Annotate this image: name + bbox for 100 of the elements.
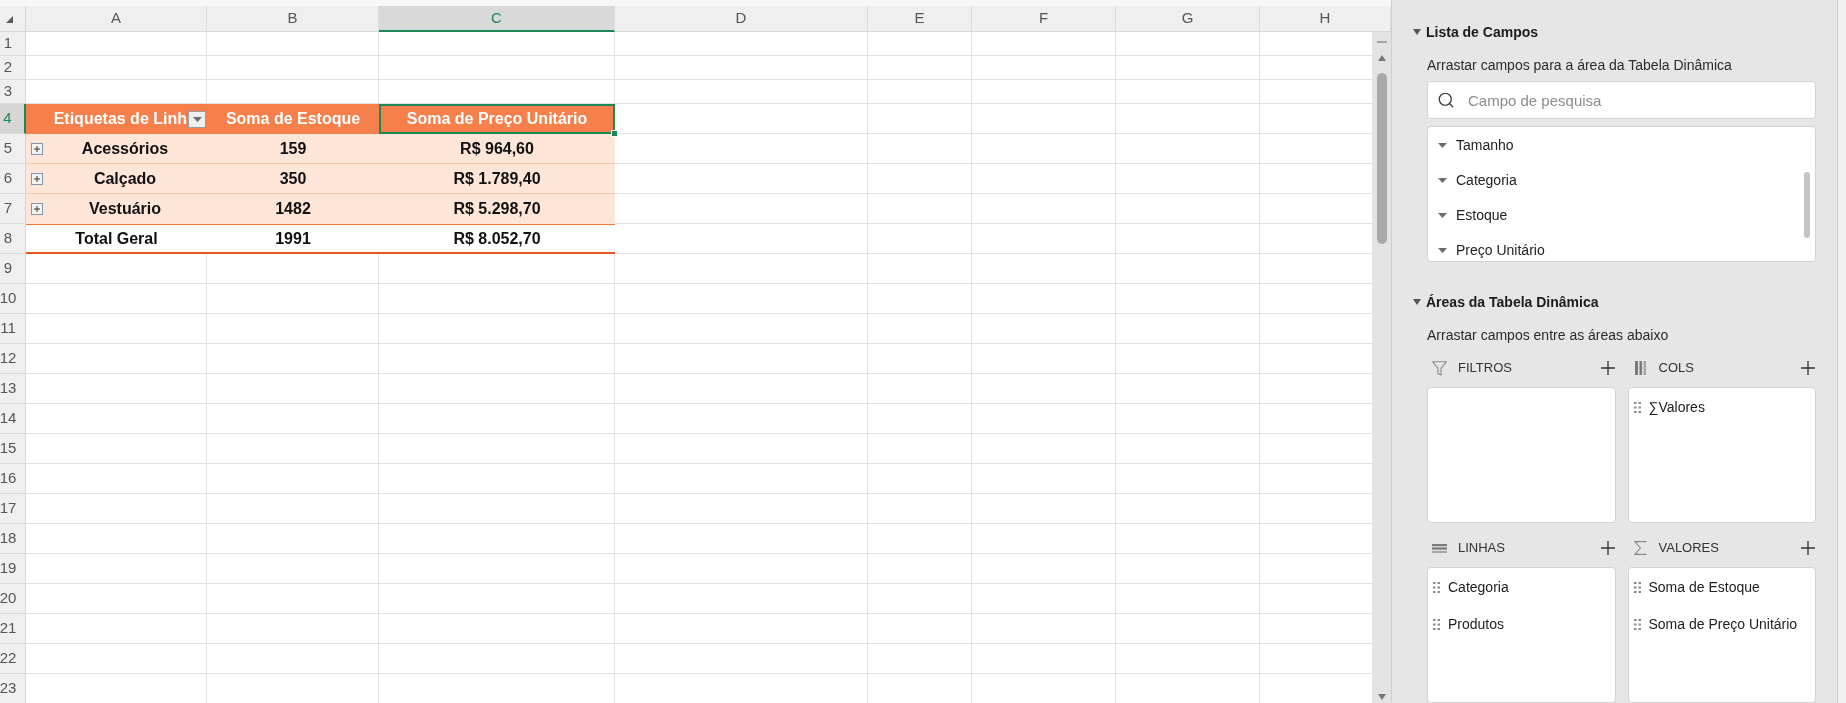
field-item[interactable]: Preço Unitário — [1428, 233, 1804, 261]
row-header[interactable]: 2 — [0, 56, 26, 80]
grid-cell[interactable] — [868, 164, 972, 194]
row-header[interactable]: 20 — [0, 584, 26, 614]
search-field[interactable]: Campo de pesquisa — [1427, 81, 1816, 119]
grid-cell[interactable] — [1116, 374, 1260, 404]
scrollbar-thumb[interactable] — [1804, 172, 1810, 238]
column-header[interactable]: F — [972, 6, 1116, 32]
grid-cell[interactable] — [868, 56, 972, 80]
grid-cell[interactable] — [26, 32, 207, 56]
grid-cell[interactable] — [615, 644, 868, 674]
row-header[interactable]: 11 — [0, 314, 26, 344]
column-header[interactable]: G — [1116, 6, 1260, 32]
grid-cell[interactable] — [207, 56, 379, 80]
grid-cell[interactable] — [868, 584, 972, 614]
plus-icon[interactable] — [1801, 541, 1815, 555]
grid-cell[interactable] — [868, 524, 972, 554]
scrollbar-thumb[interactable] — [1377, 73, 1387, 244]
grid-cell[interactable] — [26, 524, 207, 554]
grid-cell[interactable] — [207, 614, 379, 644]
grid-cell[interactable] — [1116, 404, 1260, 434]
grid-cell[interactable] — [615, 284, 868, 314]
grid-cell[interactable] — [972, 32, 1116, 56]
row-header[interactable]: 18 — [0, 524, 26, 554]
area-item[interactable]: Produtos — [1428, 606, 1615, 643]
grid-cell[interactable] — [972, 374, 1116, 404]
filter-dropdown-button[interactable] — [188, 110, 206, 128]
grid-cell[interactable] — [26, 584, 207, 614]
grid-cell[interactable] — [972, 434, 1116, 464]
grid-cell[interactable] — [379, 254, 615, 284]
grid-cell[interactable] — [379, 644, 615, 674]
grid-cell[interactable] — [972, 254, 1116, 284]
grid-cell[interactable] — [379, 554, 615, 584]
grip-icon[interactable] — [1633, 402, 1641, 413]
grid-cell[interactable] — [615, 614, 868, 644]
grid-cell[interactable] — [26, 344, 207, 374]
grid-cell[interactable] — [1116, 644, 1260, 674]
grid-cell[interactable] — [207, 374, 379, 404]
grid-cell[interactable] — [615, 344, 868, 374]
row-header[interactable]: 13 — [0, 374, 26, 404]
grid-cell[interactable] — [379, 434, 615, 464]
scroll-down-icon[interactable] — [1378, 694, 1386, 700]
row-header[interactable]: 17 — [0, 494, 26, 524]
grid-cell[interactable] — [868, 314, 972, 344]
column-header[interactable]: A — [26, 6, 207, 32]
grid-cell[interactable] — [972, 224, 1116, 254]
grid-cell[interactable] — [972, 554, 1116, 584]
grid-cell[interactable] — [868, 224, 972, 254]
grid-cell[interactable] — [615, 104, 868, 134]
grid-cell[interactable] — [972, 494, 1116, 524]
plus-icon[interactable] — [1801, 361, 1815, 375]
grid-cell[interactable] — [868, 284, 972, 314]
grid-cell[interactable] — [615, 224, 868, 254]
grid-cell[interactable] — [972, 314, 1116, 344]
plus-box-icon[interactable] — [31, 142, 43, 155]
row-header[interactable]: 16 — [0, 464, 26, 494]
grid-cell[interactable] — [379, 32, 615, 56]
grid-cell[interactable] — [615, 374, 868, 404]
grid-cell[interactable] — [615, 554, 868, 584]
grid-cell[interactable] — [1116, 32, 1260, 56]
grid-cell[interactable] — [379, 344, 615, 374]
row-header[interactable]: 9 — [0, 254, 26, 284]
column-header[interactable]: E — [868, 6, 972, 32]
grid-cell[interactable] — [26, 254, 207, 284]
grid-cell[interactable] — [1116, 194, 1260, 224]
grid-cell[interactable] — [26, 404, 207, 434]
row-header[interactable]: 15 — [0, 434, 26, 464]
grid-cell[interactable] — [379, 494, 615, 524]
grid-cell[interactable] — [1116, 344, 1260, 374]
row-header[interactable]: 6 — [0, 164, 26, 194]
grid-cell[interactable] — [615, 80, 868, 104]
field-item[interactable]: Tamanho — [1428, 128, 1804, 163]
row-header[interactable]: 7 — [0, 194, 26, 224]
grid-cell[interactable] — [379, 404, 615, 434]
grid-cell[interactable] — [868, 134, 972, 164]
grid-cell[interactable] — [868, 32, 972, 56]
grid-cell[interactable] — [207, 434, 379, 464]
grid-cell[interactable] — [1116, 434, 1260, 464]
grip-icon[interactable] — [1433, 619, 1440, 630]
grid-cell[interactable] — [1116, 464, 1260, 494]
grid-cell[interactable] — [868, 374, 972, 404]
grip-icon[interactable] — [1433, 582, 1440, 593]
grid-cell[interactable] — [1116, 554, 1260, 584]
grid-cell[interactable] — [972, 134, 1116, 164]
grid-cell[interactable] — [615, 134, 868, 164]
select-all-button[interactable] — [0, 6, 26, 32]
grid-cell[interactable] — [379, 584, 615, 614]
grid-cell[interactable] — [868, 464, 972, 494]
grid-cell[interactable] — [207, 524, 379, 554]
grid-cell[interactable] — [1116, 614, 1260, 644]
column-header[interactable]: B — [207, 6, 379, 32]
grid-cell[interactable] — [379, 284, 615, 314]
grid-cell[interactable] — [26, 554, 207, 584]
grid-cell[interactable] — [1116, 524, 1260, 554]
grid-cell[interactable] — [868, 104, 972, 134]
grid-cell[interactable] — [207, 584, 379, 614]
grid-cell[interactable] — [379, 524, 615, 554]
grid-cell[interactable] — [207, 554, 379, 584]
grid-cell[interactable] — [972, 524, 1116, 554]
grid-cell[interactable] — [868, 194, 972, 224]
